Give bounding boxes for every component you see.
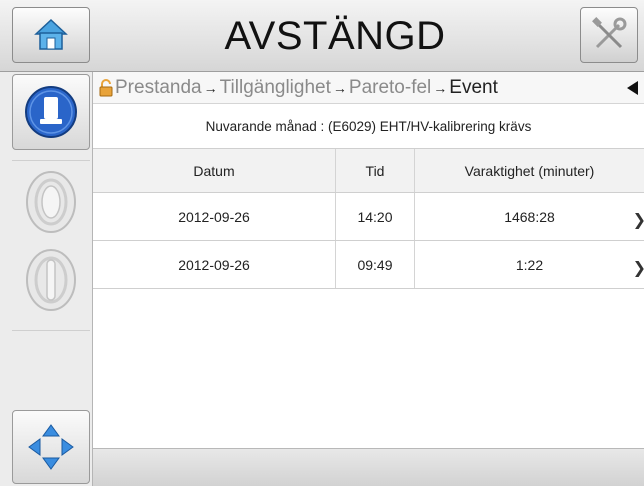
start-jet-icon [26, 249, 76, 311]
start-ink-icon [26, 171, 76, 233]
breadcrumb-item-pareto-fel[interactable]: Pareto-fel [349, 77, 431, 99]
printer-status-icon [25, 86, 77, 138]
cell-duration-value: 1468:28 [504, 208, 555, 225]
home-button[interactable] [12, 7, 90, 63]
table-header-row: Datum Tid Varaktighet (minuter) [93, 149, 644, 193]
column-header-date: Datum [93, 149, 336, 192]
sidebar-divider [12, 330, 90, 331]
cell-date: 2012-09-26 [93, 193, 336, 240]
breadcrumb-item-tillganglighet[interactable]: Tillgänglighet [220, 77, 331, 99]
bottom-bar [93, 448, 644, 486]
cell-time: 09:49 [336, 241, 415, 288]
page-title: AVSTÄNGD [224, 14, 446, 58]
tools-button[interactable] [580, 7, 638, 63]
fault-subtitle: Nuvarande månad : (E6029) EHT/HV-kalibre… [93, 104, 644, 149]
event-table: Datum Tid Varaktighet (minuter) 2012-09-… [93, 149, 644, 289]
cell-time: 14:20 [336, 193, 415, 240]
sidebar-divider [12, 160, 90, 161]
lock-icon [99, 78, 113, 97]
printer-status-button[interactable] [12, 74, 90, 150]
cell-date: 2012-09-26 [93, 241, 336, 288]
cell-duration: 1468:28 ❯ [415, 193, 644, 240]
breadcrumb-item-prestanda[interactable]: Prestanda [115, 77, 202, 99]
row-detail-icon[interactable]: ❯ [633, 258, 644, 278]
breadcrumb-separator: → [203, 79, 218, 96]
back-arrow-icon[interactable] [627, 81, 638, 95]
navigation-arrows-icon [28, 424, 74, 470]
start-ink-button[interactable] [12, 164, 90, 240]
table-row[interactable]: 2012-09-26 14:20 1468:28 ❯ [93, 193, 644, 241]
row-detail-icon[interactable]: ❯ [633, 210, 644, 230]
column-header-time: Tid [336, 149, 415, 192]
cell-duration-value: 1:22 [515, 256, 544, 273]
cell-duration: 1:22 ❯ [415, 241, 644, 288]
breadcrumb-separator: → [433, 79, 448, 96]
table-empty-area [93, 290, 644, 448]
breadcrumb: Prestanda → Tillgänglighet → Pareto-fel … [93, 72, 644, 104]
navigation-button[interactable] [12, 410, 90, 484]
start-jet-button[interactable] [12, 242, 90, 318]
home-icon [34, 18, 68, 50]
sidebar [0, 72, 93, 486]
column-header-duration: Varaktighet (minuter) [464, 162, 595, 179]
tools-icon [592, 17, 627, 49]
breadcrumb-item-event: Event [449, 76, 498, 98]
breadcrumb-separator: → [332, 79, 347, 96]
top-bar: AVSTÄNGD [0, 0, 644, 72]
table-row[interactable]: 2012-09-26 09:49 1:22 ❯ [93, 241, 644, 289]
